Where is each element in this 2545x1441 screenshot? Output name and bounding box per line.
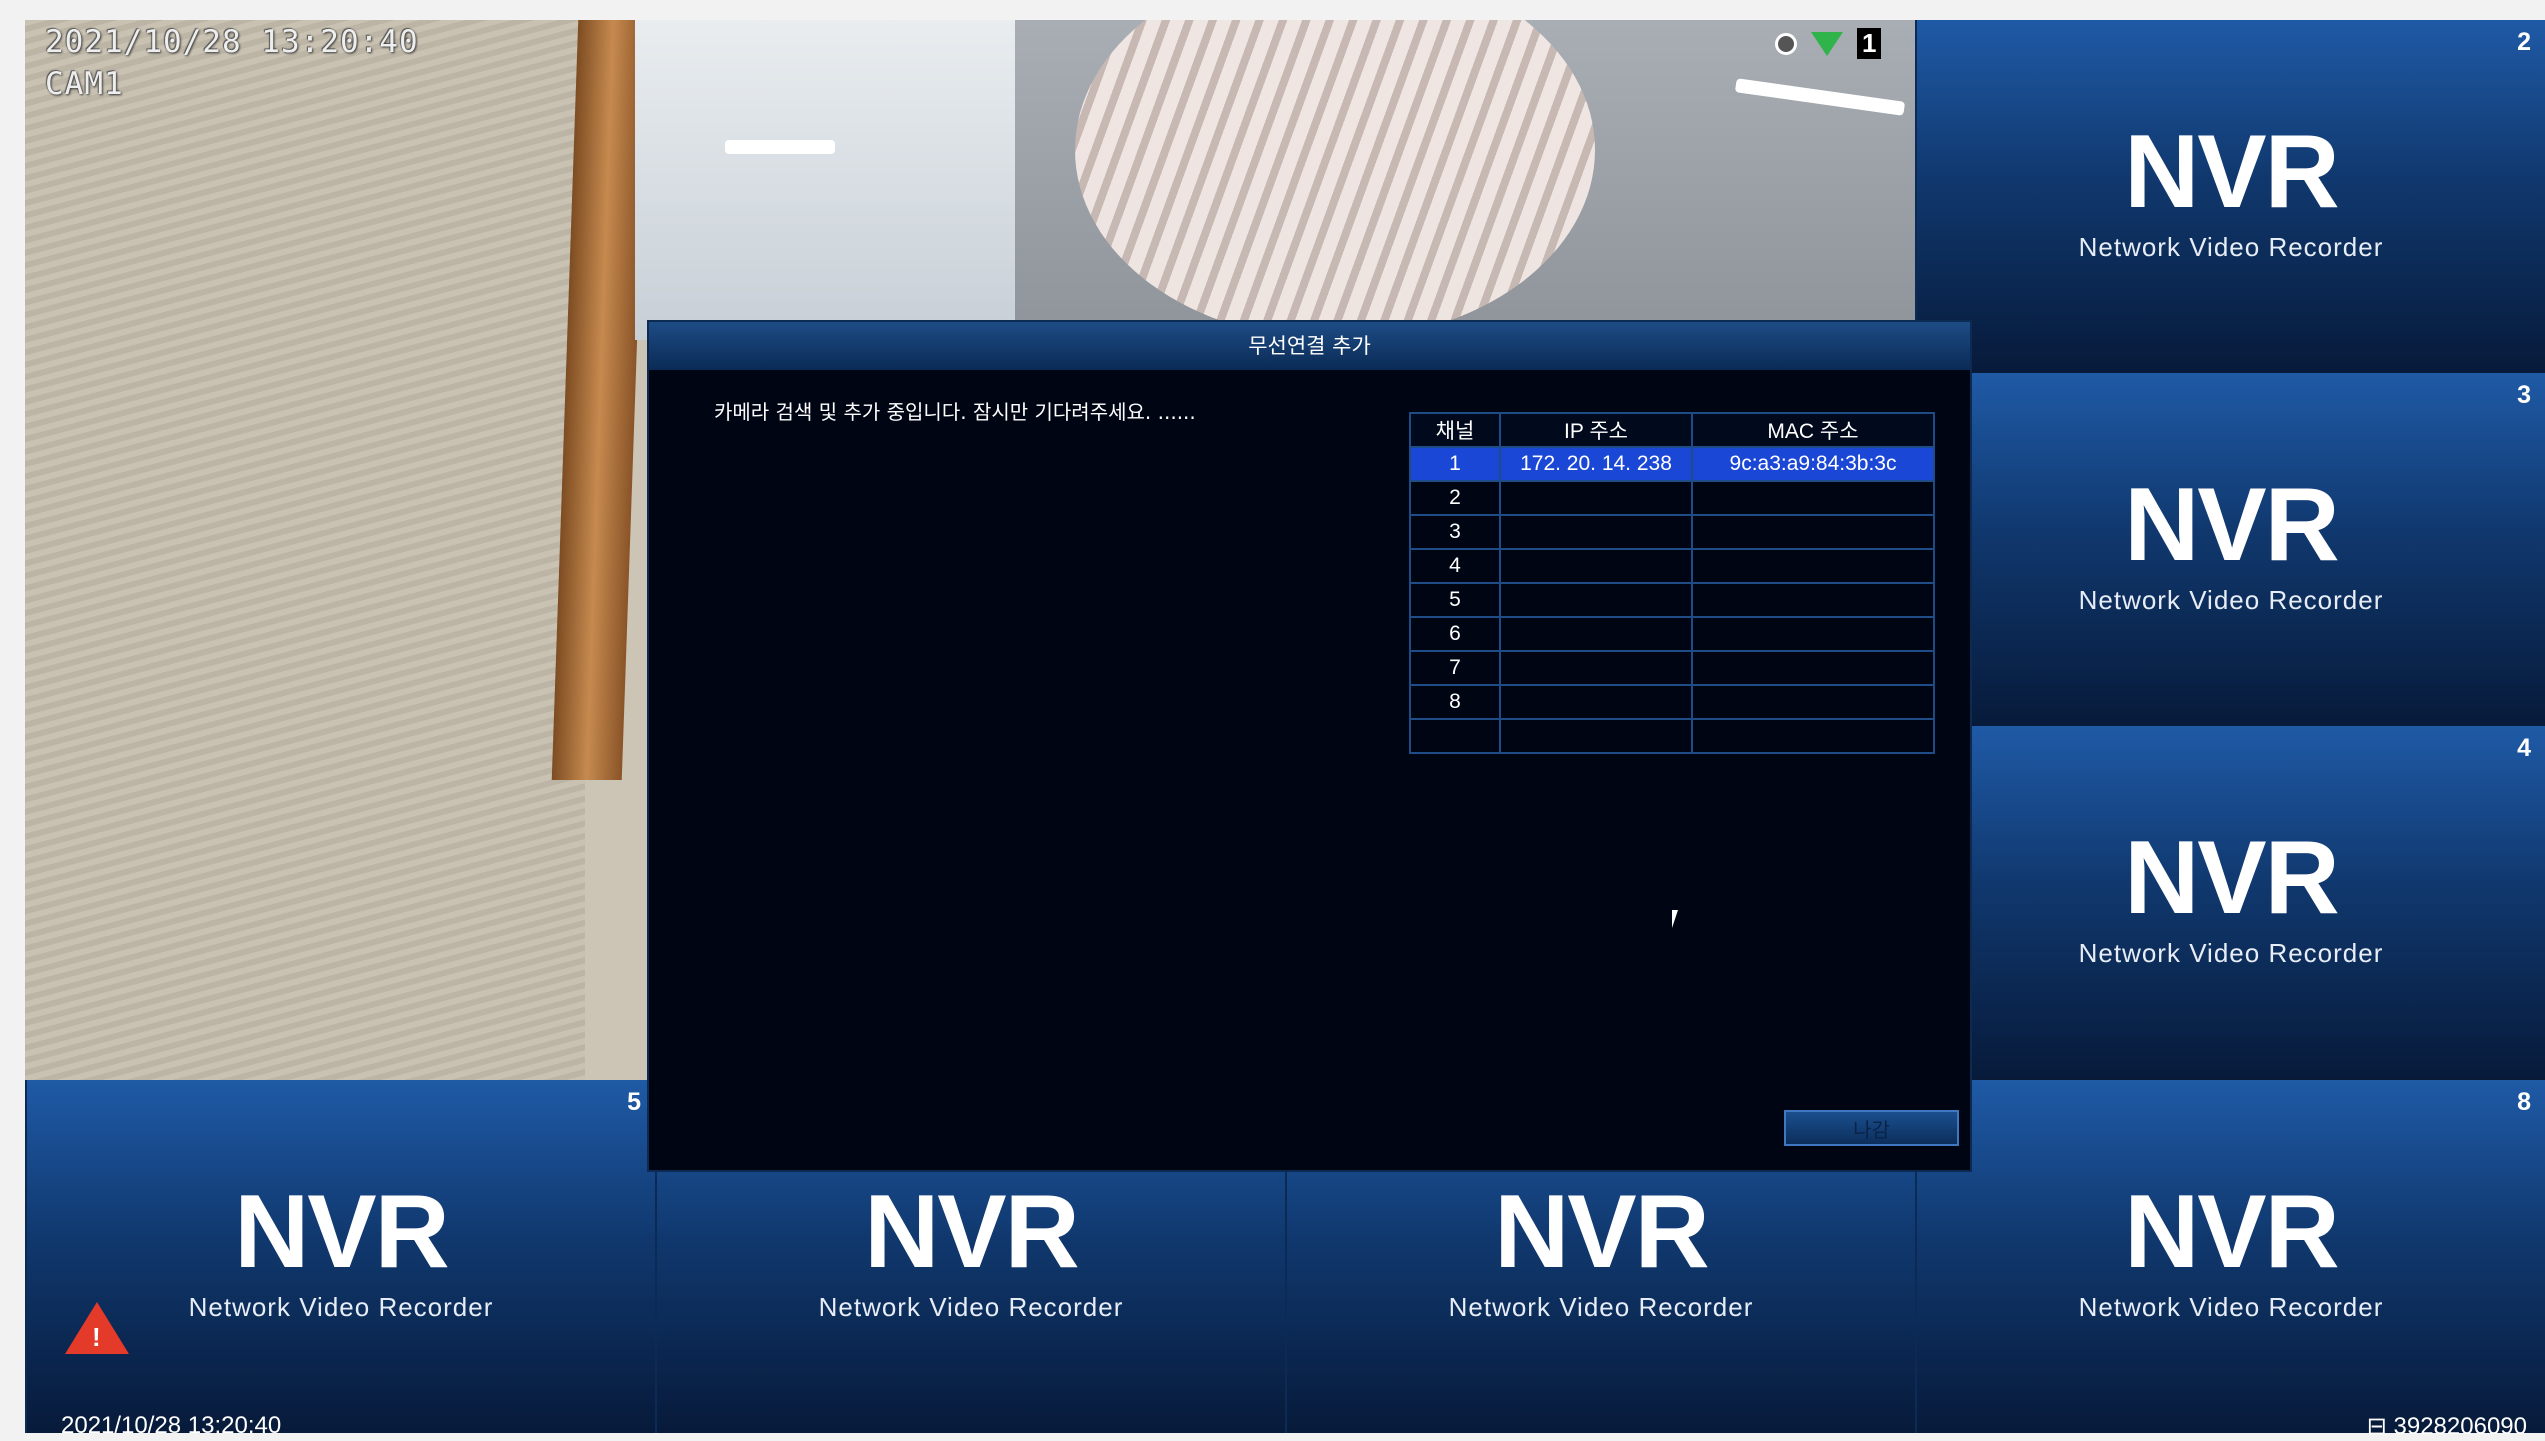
nvr-logo: NVR (2124, 820, 2340, 936)
cell-channel: 6 (1409, 616, 1501, 652)
nvr-logo: NVR (1494, 1174, 1710, 1290)
nvr-subtitle: Network Video Recorder (2078, 1292, 2384, 1322)
channel-tile[interactable]: 2 NVR Network Video Recorder (1915, 20, 2545, 373)
nvr-logo: NVR (2124, 1174, 2340, 1290)
wifi-icon (1811, 31, 1843, 56)
cell-ip (1499, 582, 1693, 618)
nvr-logo: NVR (2124, 114, 2340, 230)
cell-ip (1499, 650, 1693, 686)
cell-mac: 9c:a3:a9:84:3b:3c (1691, 446, 1935, 482)
cam1-datetime: 2021/10/28 13:20:40 (45, 24, 419, 60)
table-header-row: 채널 IP 주소 MAC 주소 (1409, 412, 1935, 448)
channel-tile[interactable]: 4 NVR Network Video Recorder (1915, 726, 2545, 1079)
cam1-label: CAM1 (45, 66, 124, 102)
mouse-cursor-icon (1672, 910, 1678, 928)
cell-ip (1499, 718, 1693, 754)
device-id-value: 3928206090 (2393, 1413, 2527, 1440)
nvr-logo: NVR (234, 1174, 450, 1290)
device-id: ⊟ 3928206090 (2367, 1412, 2527, 1441)
cell-mac (1691, 480, 1935, 516)
status-datetime: 2021/10/28 13:20:40 (61, 1412, 282, 1439)
channel-tile[interactable]: 3 NVR Network Video Recorder (1915, 373, 2545, 726)
col-header-ip: IP 주소 (1499, 412, 1693, 448)
nvr-logo: NVR (864, 1174, 1080, 1290)
cell-channel: 3 (1409, 514, 1501, 550)
cell-mac (1691, 616, 1935, 652)
cell-channel: 8 (1409, 684, 1501, 720)
table-row[interactable]: 8 (1409, 684, 1935, 720)
table-row[interactable]: 7 (1409, 650, 1935, 686)
channel-number: 2 (2517, 28, 2531, 56)
table-row[interactable]: 1 172. 20. 14. 238 9c:a3:a9:84:3b:3c (1409, 446, 1935, 482)
nvr-subtitle: Network Video Recorder (2078, 938, 2384, 968)
cell-channel (1409, 718, 1501, 754)
table-row[interactable]: 4 (1409, 548, 1935, 584)
wall-texture (25, 20, 585, 1080)
cell-mac (1691, 548, 1935, 584)
channel-number: 3 (2517, 381, 2531, 409)
col-header-mac: MAC 주소 (1691, 412, 1935, 448)
col-header-channel: 채널 (1409, 412, 1501, 448)
cell-ip (1499, 548, 1693, 584)
cell-ip (1499, 684, 1693, 720)
cell-channel: 5 (1409, 582, 1501, 618)
nvr-subtitle: Network Video Recorder (2078, 232, 2384, 262)
cell-channel: 1 (1409, 446, 1501, 482)
network-icon: ⊟ (2366, 1413, 2387, 1440)
cell-mac (1691, 718, 1935, 754)
warning-mark-icon: ! (92, 1322, 101, 1352)
channel-badge: 1 (1857, 28, 1882, 59)
channel-number: 8 (2517, 1088, 2531, 1116)
nvr-subtitle: Network Video Recorder (2078, 585, 2384, 615)
dialog-title: 무선연결 추가 (649, 322, 1970, 370)
nvr-logo: NVR (2124, 467, 2340, 583)
ceiling-light (725, 140, 835, 154)
table-row[interactable]: 6 (1409, 616, 1935, 652)
cell-mac (1691, 582, 1935, 618)
camera-table: 채널 IP 주소 MAC 주소 1 172. 20. 14. 238 9c:a3… (1409, 412, 1935, 754)
channel-number: 5 (627, 1088, 641, 1116)
add-wireless-dialog: 무선연결 추가 카메라 검색 및 추가 중입니다. 잠시만 기다려주세요. ..… (647, 320, 1972, 1172)
cell-ip (1499, 514, 1693, 550)
camera-grid: 2021/10/28 13:20:40 CAM1 1 2 NVR Network… (25, 20, 2545, 1440)
cell-channel: 4 (1409, 548, 1501, 584)
table-row[interactable]: 3 (1409, 514, 1935, 550)
glass-door (635, 20, 1015, 340)
cell-channel: 2 (1409, 480, 1501, 516)
nvr-subtitle: Network Video Recorder (818, 1292, 1124, 1322)
cell-mac (1691, 684, 1935, 720)
exit-button[interactable]: 나감 (1784, 1110, 1959, 1146)
cell-ip (1499, 480, 1693, 516)
channel-tile[interactable]: 8 NVR Network Video Recorder (1915, 1080, 2545, 1433)
cam1-status-icons: 1 (1775, 28, 1882, 59)
table-row[interactable]: 5 (1409, 582, 1935, 618)
cell-channel: 7 (1409, 650, 1501, 686)
channel-number: 4 (2517, 734, 2531, 762)
table-row[interactable]: 2 (1409, 480, 1935, 516)
search-status-message: 카메라 검색 및 추가 중입니다. 잠시만 기다려주세요. ...... (714, 400, 1196, 424)
cell-ip: 172. 20. 14. 238 (1499, 446, 1693, 482)
record-icon (1775, 32, 1797, 55)
cell-ip (1499, 616, 1693, 652)
nvr-subtitle: Network Video Recorder (1448, 1292, 1754, 1322)
channel-tile[interactable]: 5 NVR Network Video Recorder (25, 1080, 655, 1433)
cell-mac (1691, 650, 1935, 686)
cell-mac (1691, 514, 1935, 550)
table-row[interactable] (1409, 718, 1935, 754)
